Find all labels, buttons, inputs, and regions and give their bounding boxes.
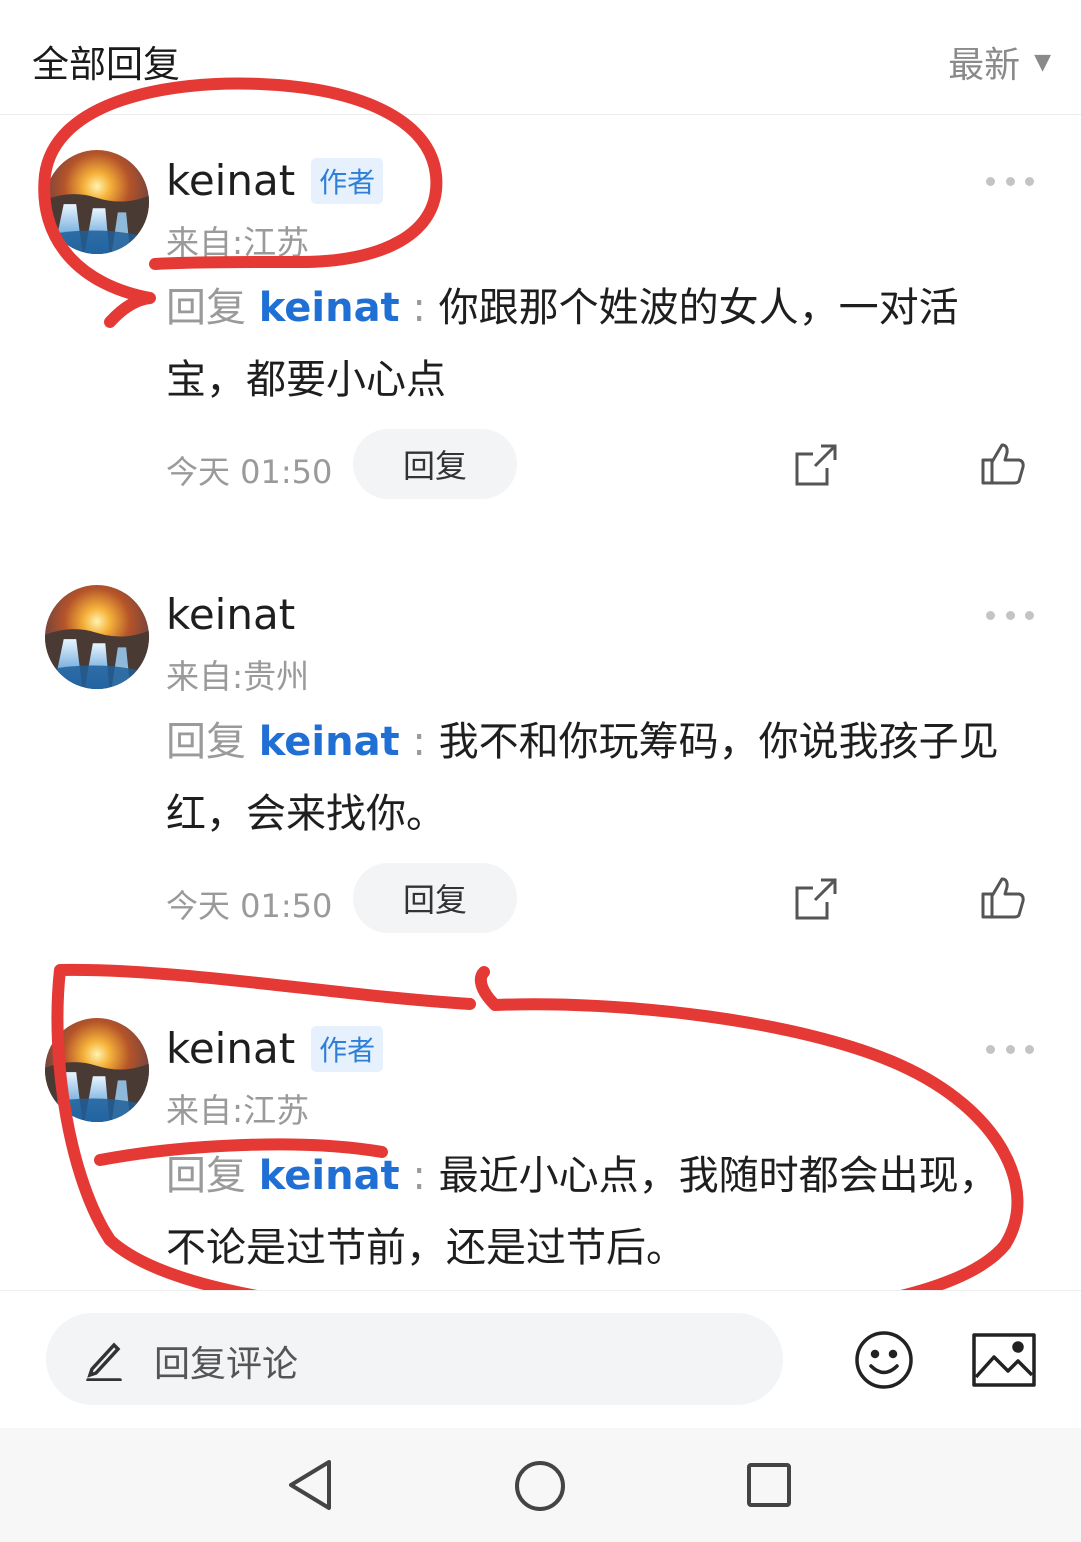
reply-input-placeholder: 回复评论 [154,1344,299,1385]
separator: : [399,1153,439,1199]
reply-button[interactable]: 回复 [353,863,517,933]
separator: : [399,285,439,331]
username[interactable]: keinat [166,156,295,205]
sort-label: 最新 [948,45,1021,86]
sort-dropdown[interactable]: 最新 ▼ [948,36,1051,88]
reply-prefix: 回复 [166,1153,246,1199]
mention-link[interactable]: keinat [259,285,400,331]
pencil-icon [86,1342,122,1381]
timestamp: 今天 01:50 [166,887,333,925]
reply-prefix: 回复 [166,719,246,765]
more-dots-icon[interactable] [986,1042,1034,1056]
reply-bar: 回复评论 [0,1290,1081,1429]
location-text: 来自:贵州 [166,657,310,696]
username[interactable]: keinat [166,1024,295,1073]
author-badge: 作者 [311,157,384,204]
emoji-icon[interactable] [853,1329,915,1391]
comment-text: 回复 keinat : 我不和你玩筹码，你说我孩子见红，会来找你。 [166,706,1026,850]
thumbs-up-icon[interactable] [980,441,1026,487]
location-text: 来自:江苏 [166,223,310,262]
timestamp: 今天 01:50 [166,453,333,491]
reply-prefix: 回复 [166,285,246,331]
image-icon[interactable] [972,1333,1036,1387]
separator: : [399,719,439,765]
thumbs-up-icon[interactable] [980,875,1026,921]
avatar[interactable] [45,1018,149,1122]
comments-header: 全部回复 最新 ▼ [0,0,1081,115]
mention-link[interactable]: keinat [259,719,400,765]
page-title: 全部回复 [32,43,180,86]
share-icon[interactable] [793,876,839,922]
back-triangle-icon[interactable] [285,1458,335,1512]
comment-text: 回复 keinat : 你跟那个姓波的女人，一对活宝，都要小心点 [166,272,1026,416]
reply-input[interactable]: 回复评论 [46,1313,783,1405]
system-nav-bar [0,1428,1081,1542]
avatar[interactable] [45,585,149,689]
author-badge: 作者 [311,1025,384,1072]
avatar[interactable] [45,150,149,254]
comment-text: 回复 keinat : 最近小心点，我随时都会出现，不论是过节前，还是过节后。 [166,1140,1026,1284]
mention-link[interactable]: keinat [259,1153,400,1199]
more-dots-icon[interactable] [986,608,1034,622]
recent-square-icon[interactable] [746,1462,792,1508]
share-icon[interactable] [793,442,839,488]
caret-down-icon: ▼ [1034,49,1051,75]
username[interactable]: keinat [166,590,295,639]
home-circle-icon[interactable] [514,1460,566,1512]
reply-button[interactable]: 回复 [353,429,517,499]
location-text: 来自:江苏 [166,1091,310,1130]
more-dots-icon[interactable] [986,174,1034,188]
